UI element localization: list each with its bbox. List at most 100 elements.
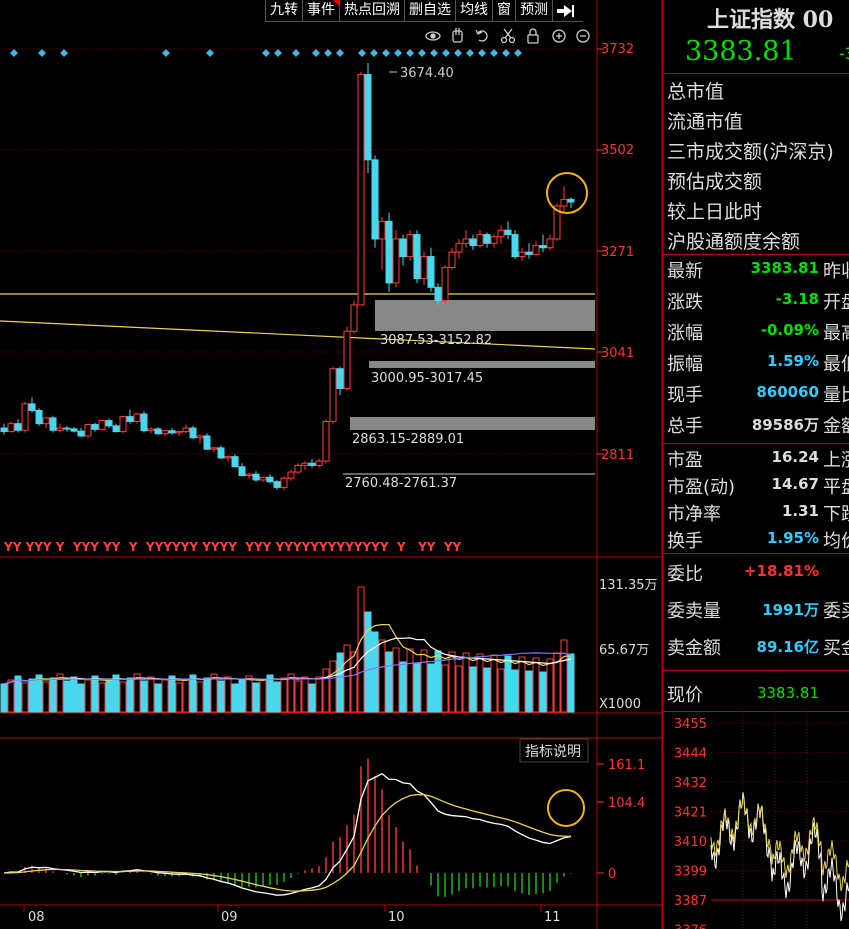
volume-bar	[182, 678, 190, 713]
volume-bar	[0, 683, 8, 713]
events-button[interactable]: 事件	[302, 0, 339, 22]
price-tick: 2811	[601, 448, 634, 463]
gap-label: 2760.48-2761.37	[345, 476, 457, 491]
volume-bar	[91, 675, 99, 713]
candle-body	[28, 403, 36, 411]
volume-bar	[280, 677, 288, 713]
volume-bar	[70, 676, 78, 713]
candle-body	[105, 420, 113, 427]
volume-bar	[427, 663, 435, 713]
candle-body	[413, 234, 421, 280]
candle-body	[434, 286, 442, 302]
candle-body	[560, 198, 568, 207]
candle-body	[294, 464, 302, 473]
volume-bar	[126, 677, 134, 713]
volume-bar	[455, 665, 463, 713]
time-tick: 08	[28, 910, 45, 925]
candle-body	[119, 416, 127, 433]
volume-bar	[84, 679, 92, 713]
candle-body	[504, 229, 512, 236]
volume-unit: X1000	[599, 697, 641, 712]
current-price-value: 3383.81	[756, 684, 819, 702]
volume-bar	[175, 682, 183, 713]
candle-body	[21, 403, 29, 431]
quote-value: 1.95%	[766, 529, 819, 547]
volume-bar	[231, 683, 239, 713]
volume-bar	[336, 652, 344, 713]
signal-marks: YY YYY Y YYY YY Y YYYYYY YYYY YYY YYYYYY…	[3, 540, 462, 554]
volume-tick: 131.35万	[599, 578, 658, 593]
candle-body	[189, 427, 197, 439]
window-button[interactable]: 窗	[492, 0, 515, 22]
candle-body	[287, 471, 295, 479]
candle-body	[322, 420, 330, 462]
indicator-help-label: 指标说明	[525, 744, 581, 760]
candle-body	[49, 417, 57, 431]
volume-bar	[406, 648, 414, 713]
candle-body	[378, 220, 386, 240]
hot-review-button[interactable]: 热点回溯	[339, 0, 404, 22]
volume-bar	[532, 657, 540, 713]
volume-bar	[476, 653, 484, 713]
candle-body	[273, 481, 281, 488]
forecast-button[interactable]: 预测	[515, 0, 552, 22]
candle-body	[399, 238, 407, 258]
volume-bar	[301, 676, 309, 713]
candle-body	[98, 420, 106, 430]
volume-bar	[462, 652, 470, 713]
volume-bar	[413, 662, 421, 713]
top-toolbar: 九转 事件 热点回溯 删自选 均线 窗 预测	[265, 0, 583, 22]
candle-body	[371, 159, 379, 240]
volume-bar	[483, 667, 491, 713]
candle-body	[518, 251, 526, 258]
metric-northbound-quota: 沪股通额度余额	[667, 231, 801, 253]
candle-body	[511, 234, 519, 258]
price-axis: 3732 3502 3271 3041 2811	[601, 42, 634, 463]
volume-bar	[392, 647, 400, 713]
candle-body	[35, 409, 43, 425]
candle-body	[231, 456, 239, 468]
candle-body	[77, 430, 85, 437]
quote-value: 1991万	[762, 601, 819, 619]
candle-body	[70, 428, 78, 432]
candle-body	[427, 256, 435, 288]
candle-body	[385, 220, 393, 284]
volume-bar	[196, 681, 204, 713]
volume-bar	[147, 676, 155, 713]
volume-bar	[266, 674, 274, 713]
quote-label-secondary: 上涨	[823, 450, 849, 471]
quote-value: 89586万	[751, 416, 819, 434]
price-tick: 3271	[601, 245, 634, 260]
index-price: 3383.81	[685, 36, 797, 67]
indicator-help-button[interactable]: 指标说明	[519, 738, 589, 763]
chart-area[interactable]: YY YYY Y YYY YY Y YYYYYY YYYY YYY YYYYYY…	[0, 0, 662, 929]
quote-label-secondary: 平盘	[823, 477, 849, 498]
candle-body	[154, 428, 162, 435]
macd-tick: 104.4	[608, 796, 645, 811]
candle-body	[406, 234, 414, 258]
jiuzhuan-button[interactable]: 九转	[265, 0, 302, 22]
volume-bar	[371, 631, 379, 713]
volume-bar	[539, 671, 547, 713]
moving-average-button[interactable]: 均线	[455, 0, 492, 22]
intraday-tick: 3376	[674, 924, 707, 929]
intraday-tick: 3387	[674, 894, 707, 909]
time-tick: 11	[544, 910, 561, 925]
quote-value: 14.67	[771, 475, 819, 493]
quote-value: 16.24	[771, 448, 819, 466]
candle-body	[525, 251, 533, 255]
volume-bar	[7, 679, 15, 713]
candle-body	[539, 245, 547, 249]
intraday-tick: 3432	[674, 776, 707, 791]
candle-body	[161, 430, 169, 435]
intraday-tick: 3444	[674, 747, 707, 762]
volume-bar	[322, 668, 330, 713]
stock-terminal: YY YYY Y YYY YY Y YYYYYY YYYY YYY YYYYYY…	[0, 0, 849, 929]
gap-label: 3000.95-3017.45	[371, 371, 483, 386]
collapse-right-icon[interactable]	[552, 0, 583, 22]
macd-tick: 161.1	[608, 758, 645, 773]
candle-body	[42, 417, 50, 425]
volume-bar	[490, 654, 498, 713]
remove-watchlist-button[interactable]: 删自选	[404, 0, 455, 22]
volume-bar	[287, 673, 295, 713]
